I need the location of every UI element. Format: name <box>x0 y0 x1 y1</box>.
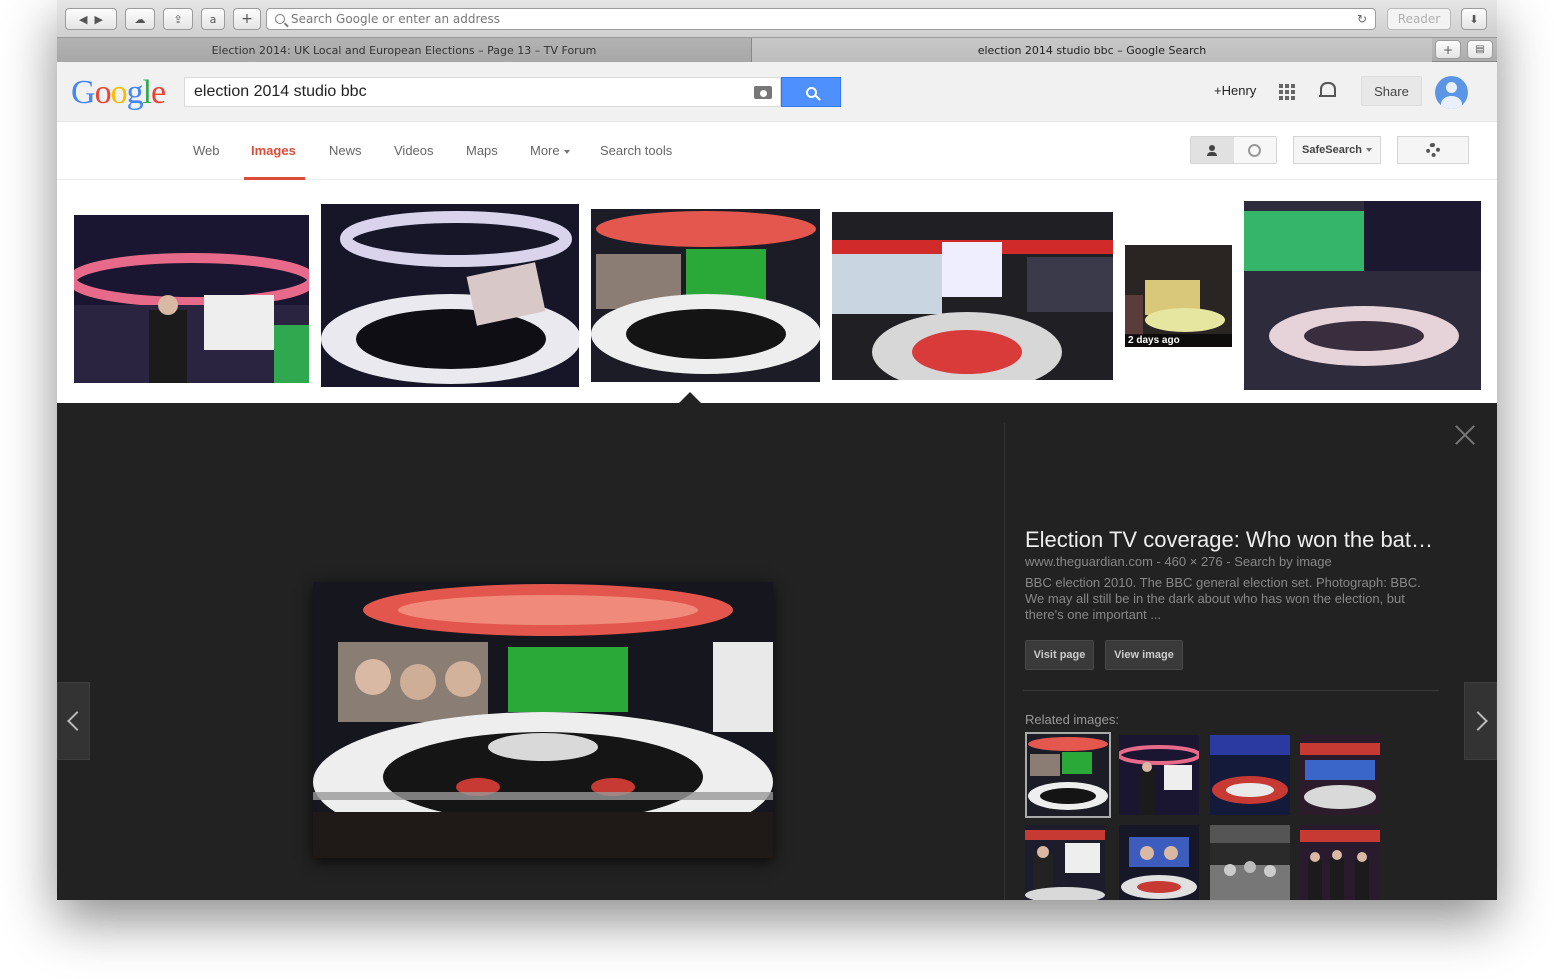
next-image-button[interactable] <box>1464 682 1497 760</box>
safesearch-dropdown[interactable]: SafeSearch <box>1293 136 1381 164</box>
globe-icon <box>1248 143 1262 157</box>
studio-photo <box>313 582 773 858</box>
apps-grid-icon[interactable] <box>1279 84 1295 100</box>
google-logo[interactable]: Google <box>71 74 166 112</box>
search-query: election 2014 studio bbc <box>194 83 367 100</box>
avatar[interactable] <box>1435 76 1468 109</box>
search-icon <box>275 14 285 24</box>
address-bar[interactable]: Search Google or enter an address ↻ <box>266 8 1376 30</box>
tab-tv-forum[interactable]: Election 2014: UK Local and European Ele… <box>57 38 752 62</box>
previous-image-button[interactable] <box>57 682 90 760</box>
view-image-button[interactable]: View image <box>1105 640 1183 670</box>
related-image[interactable] <box>1300 825 1380 900</box>
close-icon[interactable] <box>1455 425 1475 445</box>
studio-photo <box>832 212 1113 380</box>
related-image[interactable] <box>1210 825 1290 900</box>
share-icon[interactable]: ⇪ <box>163 8 193 30</box>
search-nav: Web Images News Videos Maps More Search … <box>57 122 1497 180</box>
image-result[interactable] <box>832 212 1113 380</box>
back-forward-buttons[interactable]: ◀ ▶ <box>65 8 117 30</box>
related-photo <box>1025 825 1105 900</box>
related-image[interactable] <box>1025 732 1111 818</box>
related-image[interactable] <box>1025 825 1105 900</box>
address-placeholder: Search Google or enter an address <box>291 12 501 26</box>
notifications-bell-icon[interactable] <box>1319 82 1336 98</box>
related-photo <box>1027 734 1109 816</box>
viewer-description: BBC election 2010. The BBC general elect… <box>1025 575 1421 622</box>
related-images-label: Related images: <box>1025 712 1119 727</box>
related-photo <box>1210 735 1290 815</box>
image-result[interactable]: 2 days ago <box>1125 245 1232 347</box>
viewer-separator <box>1023 690 1439 691</box>
image-result[interactable] <box>1244 201 1481 390</box>
browser-toolbar: ◀ ▶ ☁ ⇪ a + Search Google or enter an ad… <box>57 0 1497 38</box>
private-results-button[interactable] <box>1191 137 1234 163</box>
search-icon <box>805 86 817 98</box>
studio-photo <box>1125 245 1232 347</box>
active-tab-indicator <box>244 177 305 180</box>
related-image[interactable] <box>1210 735 1290 815</box>
tab-overview-icon[interactable]: ▤ <box>1467 40 1493 59</box>
related-photo <box>1300 735 1380 815</box>
image-result[interactable] <box>74 215 309 383</box>
chevron-right-icon <box>1467 711 1488 731</box>
google-plus-user-link[interactable]: +Henry <box>1214 83 1256 98</box>
image-viewer-panel: Election TV coverage: Who won the bat… w… <box>57 403 1497 900</box>
age-badge: 2 days ago <box>1125 334 1232 347</box>
studio-photo <box>321 204 579 387</box>
tab-bar: Election 2014: UK Local and European Ele… <box>57 38 1497 62</box>
google-header: Google election 2014 studio bbc +Henry S… <box>57 62 1497 122</box>
tab-videos[interactable]: Videos <box>394 143 434 158</box>
new-tab-icon[interactable]: + <box>1435 40 1461 59</box>
reader-button[interactable]: Reader <box>1387 8 1451 30</box>
gear-icon <box>1426 143 1440 157</box>
safesearch-label: SafeSearch <box>1302 144 1362 156</box>
image-result[interactable] <box>591 209 820 382</box>
related-photo <box>1119 735 1199 815</box>
studio-photo <box>591 209 820 382</box>
amazon-bookmark-icon[interactable]: a <box>201 8 225 30</box>
chevron-down-icon <box>563 149 570 154</box>
tab-maps[interactable]: Maps <box>466 143 498 158</box>
search-tools-button[interactable]: Search tools <box>600 143 672 158</box>
chevron-down-icon <box>1365 148 1372 152</box>
related-image[interactable] <box>1119 825 1199 900</box>
tab-web[interactable]: Web <box>193 143 220 158</box>
share-button[interactable]: Share <box>1361 76 1422 106</box>
chevron-left-icon <box>66 711 87 731</box>
visit-page-button[interactable]: Visit page <box>1025 640 1094 670</box>
reload-icon[interactable]: ↻ <box>1357 12 1367 26</box>
tab-news[interactable]: News <box>329 143 362 158</box>
studio-photo <box>74 215 309 383</box>
related-image[interactable] <box>1119 735 1199 815</box>
tab-more[interactable]: More <box>530 143 570 158</box>
person-icon <box>1207 144 1218 156</box>
public-results-button[interactable] <box>1233 137 1276 163</box>
icloud-tabs-icon[interactable]: ☁ <box>125 8 155 30</box>
related-photo <box>1210 825 1290 900</box>
related-image[interactable] <box>1300 735 1380 815</box>
search-button[interactable] <box>781 77 841 107</box>
related-photo <box>1300 825 1380 900</box>
settings-button[interactable] <box>1397 136 1469 164</box>
viewer-title[interactable]: Election TV coverage: Who won the bat… <box>1025 527 1433 553</box>
downloads-icon[interactable]: ⬇ <box>1461 8 1487 30</box>
image-result[interactable] <box>321 204 579 387</box>
image-results-row: 2 days ago <box>57 181 1497 403</box>
more-label: More <box>530 143 560 158</box>
add-bookmark-icon[interactable]: + <box>233 8 261 30</box>
selection-pointer <box>679 392 701 403</box>
studio-photo <box>1244 201 1481 390</box>
viewer-divider <box>1004 423 1005 900</box>
search-input[interactable]: election 2014 studio bbc <box>184 77 781 107</box>
results-scope-toggle <box>1190 136 1277 164</box>
tab-google-search[interactable]: election 2014 studio bbc – Google Search <box>752 38 1432 62</box>
browser-window: ◀ ▶ ☁ ⇪ a + Search Google or enter an ad… <box>57 0 1497 900</box>
tab-images[interactable]: Images <box>251 143 296 158</box>
preview-image[interactable] <box>313 582 773 858</box>
camera-icon[interactable] <box>754 86 772 99</box>
viewer-meta: www.theguardian.com - 460 × 276 - Search… <box>1025 554 1332 569</box>
related-photo <box>1119 825 1199 900</box>
